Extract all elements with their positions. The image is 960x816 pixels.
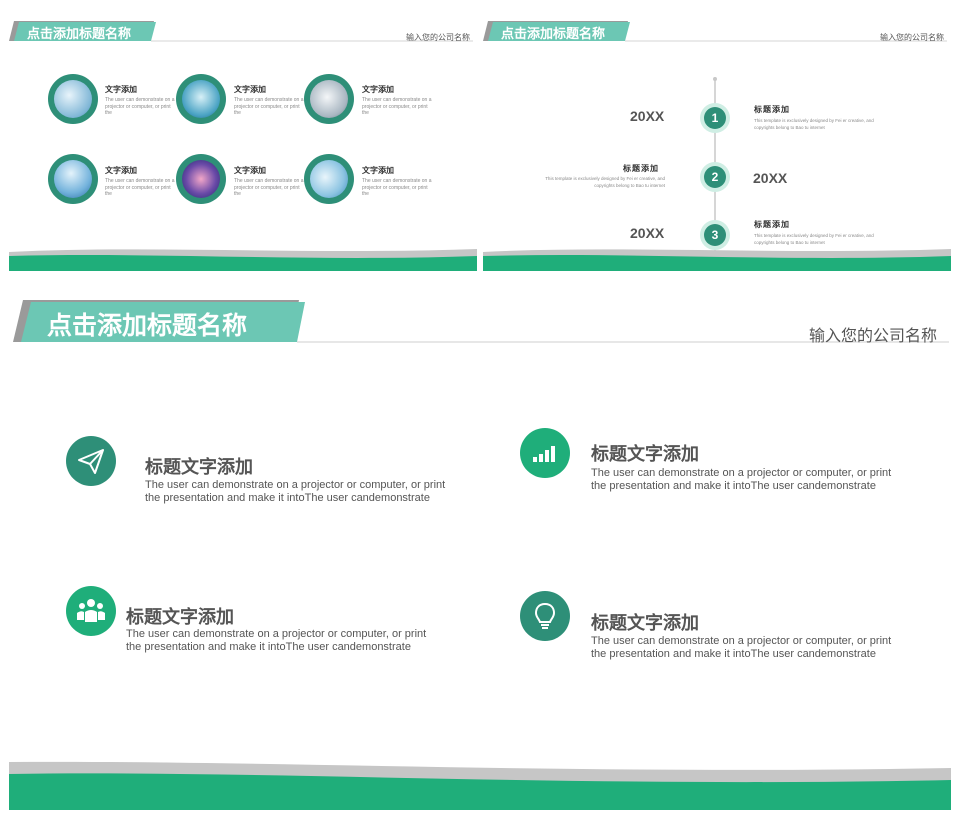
photo-4 bbox=[48, 154, 98, 204]
lab-photo-icon bbox=[310, 80, 348, 118]
item-1-desc: The user can demonstrate on a projector … bbox=[105, 97, 175, 116]
slide-3-decor bbox=[9, 300, 951, 810]
timeline-node-3[interactable]: 3 bbox=[704, 224, 726, 246]
lab-photo-icon bbox=[54, 160, 92, 198]
feature-1-desc: The user can demonstrate on a projector … bbox=[145, 479, 446, 504]
item-1-title: 文字添加 bbox=[105, 85, 137, 94]
slide-2-title[interactable]: 点击添加标题名称 bbox=[501, 23, 605, 42]
item-6-desc: The user can demonstrate on a projector … bbox=[362, 178, 432, 197]
feature-4-icon-circle bbox=[520, 591, 570, 641]
feature-2-title: 标题文字添加 bbox=[591, 444, 699, 465]
photo-5 bbox=[176, 154, 226, 204]
item-2-title: 文字添加 bbox=[234, 85, 266, 94]
slide-1-company[interactable]: 输入您的公司名称 bbox=[406, 32, 470, 43]
item-2-desc: The user can demonstrate on a projector … bbox=[234, 97, 304, 116]
timeline-year-2: 20XX bbox=[753, 170, 788, 186]
feature-2-icon-circle bbox=[520, 428, 570, 478]
timeline-desc-3: This template is exclusively designed by… bbox=[754, 233, 874, 245]
item-5-desc: The user can demonstrate on a projector … bbox=[234, 178, 304, 197]
slide-1-decor bbox=[9, 21, 477, 271]
photo-3 bbox=[304, 74, 354, 124]
timeline-desc-1: This template is exclusively designed by… bbox=[754, 118, 874, 130]
timeline-title-3: 标题添加 bbox=[754, 220, 790, 229]
paper-plane-icon bbox=[78, 449, 104, 474]
lab-photo-icon bbox=[54, 80, 92, 118]
timeline-year-3: 20XX bbox=[630, 225, 665, 241]
timeline-node-1[interactable]: 1 bbox=[704, 107, 726, 129]
bar-chart-icon bbox=[533, 446, 555, 462]
feature-2-desc: The user can demonstrate on a projector … bbox=[591, 467, 892, 492]
slide-3-company[interactable]: 输入您的公司名称 bbox=[809, 322, 937, 346]
slide-1: 点击添加标题名称 输入您的公司名称 文字添加 The user can demo… bbox=[9, 9, 477, 271]
item-6-title: 文字添加 bbox=[362, 166, 394, 175]
item-3-title: 文字添加 bbox=[362, 85, 394, 94]
timeline-title-1: 标题添加 bbox=[754, 105, 790, 114]
feature-4-desc: The user can demonstrate on a projector … bbox=[591, 635, 892, 660]
item-4-title: 文字添加 bbox=[105, 166, 137, 175]
lab-photo-icon bbox=[310, 160, 348, 198]
feature-4-title: 标题文字添加 bbox=[591, 613, 699, 634]
slide-2: 点击添加标题名称 输入您的公司名称 20XX 1 标题添加 This templ… bbox=[483, 9, 951, 271]
item-5-title: 文字添加 bbox=[234, 166, 266, 175]
item-3-desc: The user can demonstrate on a projector … bbox=[362, 97, 432, 116]
photo-2 bbox=[176, 74, 226, 124]
slide-3: 点击添加标题名称 输入您的公司名称 标题文字添加 The user can de… bbox=[9, 290, 951, 810]
timeline-desc-2: This template is exclusively designed by… bbox=[545, 176, 665, 188]
timeline-year-1: 20XX bbox=[630, 108, 665, 124]
slide-1-title[interactable]: 点击添加标题名称 bbox=[27, 23, 131, 42]
timeline-title-2: 标题添加 bbox=[623, 164, 659, 173]
photo-1 bbox=[48, 74, 98, 124]
team-icon bbox=[77, 599, 105, 622]
feature-3-title: 标题文字添加 bbox=[126, 607, 234, 628]
lab-photo-icon bbox=[182, 160, 220, 198]
feature-1-title: 标题文字添加 bbox=[145, 457, 253, 478]
timeline-node-2[interactable]: 2 bbox=[704, 166, 726, 188]
feature-1-icon-circle bbox=[66, 436, 116, 486]
lightbulb-icon bbox=[534, 602, 556, 629]
slide-3-title[interactable]: 点击添加标题名称 bbox=[47, 306, 247, 342]
lab-photo-icon bbox=[182, 80, 220, 118]
feature-3-icon-circle bbox=[66, 586, 116, 636]
item-4-desc: The user can demonstrate on a projector … bbox=[105, 178, 175, 197]
photo-6 bbox=[304, 154, 354, 204]
feature-3-desc: The user can demonstrate on a projector … bbox=[126, 628, 427, 653]
slide-2-company[interactable]: 输入您的公司名称 bbox=[880, 32, 944, 43]
